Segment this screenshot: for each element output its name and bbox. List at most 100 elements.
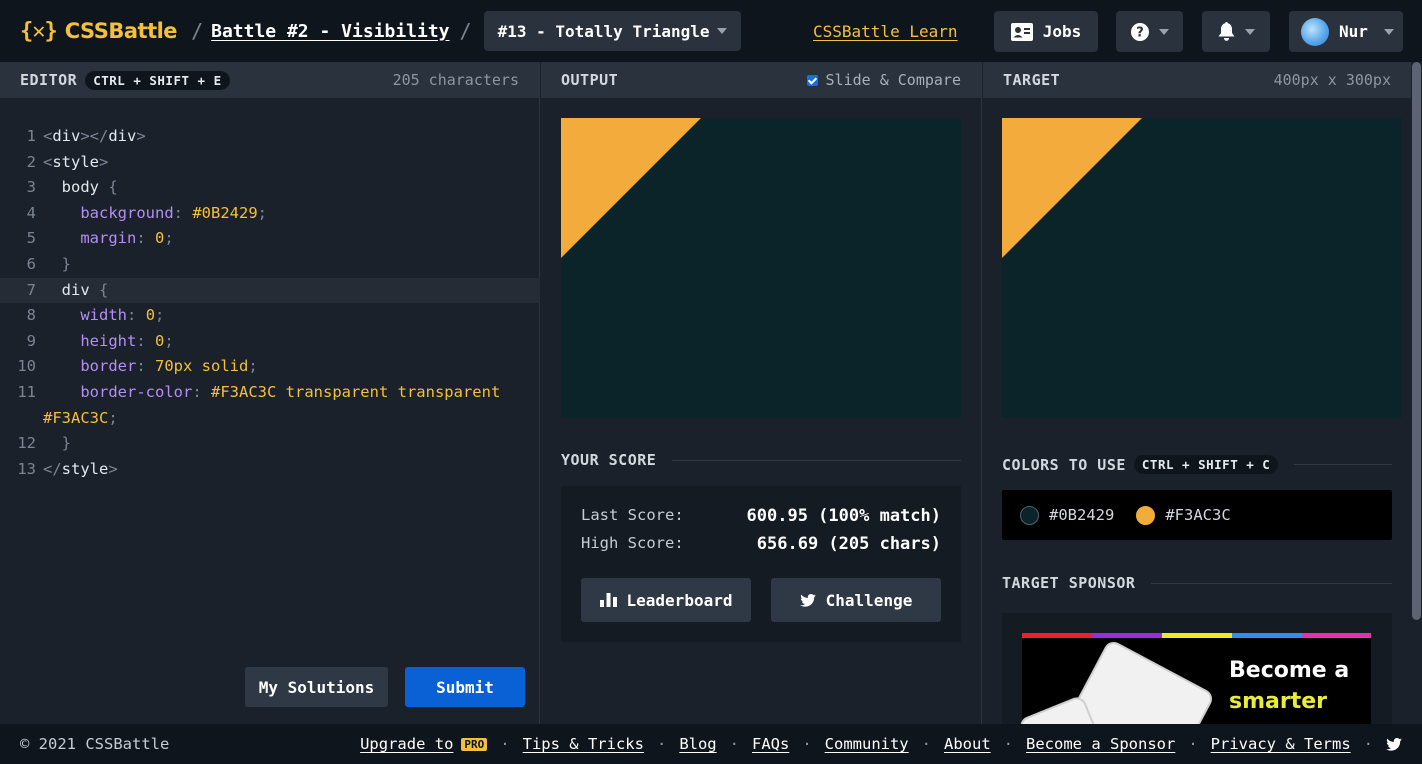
color-swatch[interactable]: #0B2429 [1020,505,1114,525]
score-title: YOUR SCORE [561,451,657,469]
color-swatch[interactable]: #F3AC3C [1136,505,1231,525]
line-number: 4 [26,203,36,222]
upgrade-link[interactable]: Upgrade to [360,735,453,753]
learn-link[interactable]: CSSBattle Learn [813,22,958,41]
code-line-wrap: #F3AC3C; [43,408,118,427]
user-menu-button[interactable]: Nur [1289,11,1403,52]
help-menu-button[interactable]: ? [1116,11,1183,52]
score-section-title: YOUR SCORE [561,451,961,469]
footer-separator: · [1363,735,1373,753]
last-score-row: Last Score: 600.95 (100% match) [581,506,941,526]
line-number: 1 [26,127,36,145]
character-count: 205 characters [392,71,519,89]
code-line-active: 7 div { [0,277,540,304]
code-editor[interactable]: 1 <div></div> 2 <style> 3 body { 4 backg… [0,124,540,482]
target-title: TARGET [1003,71,1061,89]
twitter-icon[interactable] [1386,737,1402,751]
code-line: 1 <div></div> [0,124,540,150]
divider [1294,464,1392,465]
line-number: 10 [17,357,36,376]
code-text: body { [61,178,118,197]
footer-separator: · [1003,735,1014,753]
code-line: 2 <style> [0,150,540,176]
banner-stripe [1302,633,1371,638]
my-solutions-button[interactable]: My Solutions [245,667,388,707]
output-header: OUTPUT Slide & Compare [541,62,981,98]
leaderboard-label: Leaderboard [626,590,733,610]
divider [1151,582,1392,584]
editor-header: EDITOR CTRL + SHIFT + E 205 characters [0,62,539,98]
footer-separator: · [802,735,812,753]
submit-button[interactable]: Submit [405,667,525,707]
output-canvas[interactable] [561,118,961,418]
banner-stripe [1092,633,1162,638]
logo-text: CSSBattle [64,19,178,43]
scrollbar-thumb[interactable] [1412,62,1421,620]
color-dot [1020,505,1039,525]
banner-stripe [1022,633,1092,638]
chevron-down-icon [1158,28,1169,35]
chevron-down-icon [1244,28,1255,35]
high-score-value: 656.69 (205 chars) [756,534,941,554]
cssbattle-logo[interactable]: {✕} CSSBattle [20,18,178,44]
code-line: 3 body { [0,175,540,201]
editor-title: EDITOR [20,71,78,89]
footer-link-privacy[interactable]: Privacy & Terms [1211,735,1351,753]
footer-separator: · [656,735,667,753]
sponsor-title: TARGET SPONSOR [1002,574,1136,592]
logo-icon: {✕} [20,18,58,44]
line-number: 7 [26,280,36,299]
colors-title: COLORS TO USE [1002,455,1126,474]
footer-link-faqs[interactable]: FAQs [752,735,789,753]
target-canvas [1002,118,1402,418]
divider [672,459,961,461]
slide-compare-toggle[interactable]: Slide & Compare [806,71,961,89]
footer-links: Upgrade to PRO · Tips & Tricks · Blog · F… [360,735,1402,753]
sponsor-line-1: Become a [1229,658,1350,683]
target-dropdown[interactable]: #13 - Totally Triangle [483,11,741,51]
page-scrollbar[interactable] [1411,62,1422,724]
challenge-button[interactable]: Challenge [771,578,941,622]
sponsor-line-2: smarter [1229,689,1328,714]
footer-link-community[interactable]: Community [825,735,909,753]
jobs-label: Jobs [1042,22,1082,41]
leaderboard-button[interactable]: Leaderboard [581,578,751,622]
colors-to-use: #0B2429 #F3AC3C [1002,490,1392,540]
notifications-button[interactable] [1202,11,1270,52]
score-card: Last Score: 600.95 (100% match) High Sco… [561,486,961,642]
last-score-value: 600.95 (100% match) [746,506,941,526]
line-number: 3 [26,178,36,197]
target-triangle [1002,118,1142,258]
line-number: 5 [26,229,36,248]
line-number: 8 [26,306,36,325]
code-line: 12 } [0,431,540,457]
code-line: 6 } [0,252,540,278]
colors-section-title: COLORS TO USE CTRL + SHIFT + C [1002,455,1392,474]
breadcrumb-separator: / [459,19,472,43]
breadcrumb-separator: / [191,19,204,43]
line-number: 13 [17,459,36,478]
code-line: 13 </style> [0,457,540,483]
footer-link-sponsor[interactable]: Become a Sponsor [1026,735,1175,753]
jobs-button[interactable]: Jobs [994,11,1098,52]
target-dropdown-label: #13 - Totally Triangle [497,21,710,41]
footer-separator: · [500,735,510,753]
footer-link-blog[interactable]: Blog [679,735,716,753]
battle-link[interactable]: Battle #2 - Visibility [211,21,449,42]
footer-link-about[interactable]: About [944,735,991,753]
slide-compare-checkbox[interactable] [806,74,818,86]
output-triangle [561,118,701,258]
line-number: 9 [26,331,36,350]
output-panel: OUTPUT Slide & Compare YOUR SCORE Last S… [541,62,982,724]
challenge-label: Challenge [825,590,913,610]
line-number: 6 [26,254,36,273]
user-name: Nur [1339,22,1368,41]
colors-shortcut-badge: CTRL + SHIFT + C [1133,455,1279,474]
high-score-row: High Score: 656.69 (205 chars) [581,534,941,554]
code-text: } [61,254,72,273]
footer-separator: · [921,735,931,753]
footer-link-tips[interactable]: Tips & Tricks [523,735,644,753]
banner-stripe [1162,633,1232,638]
bar-chart-icon [599,593,617,607]
code-text: height: 0; [80,331,174,350]
